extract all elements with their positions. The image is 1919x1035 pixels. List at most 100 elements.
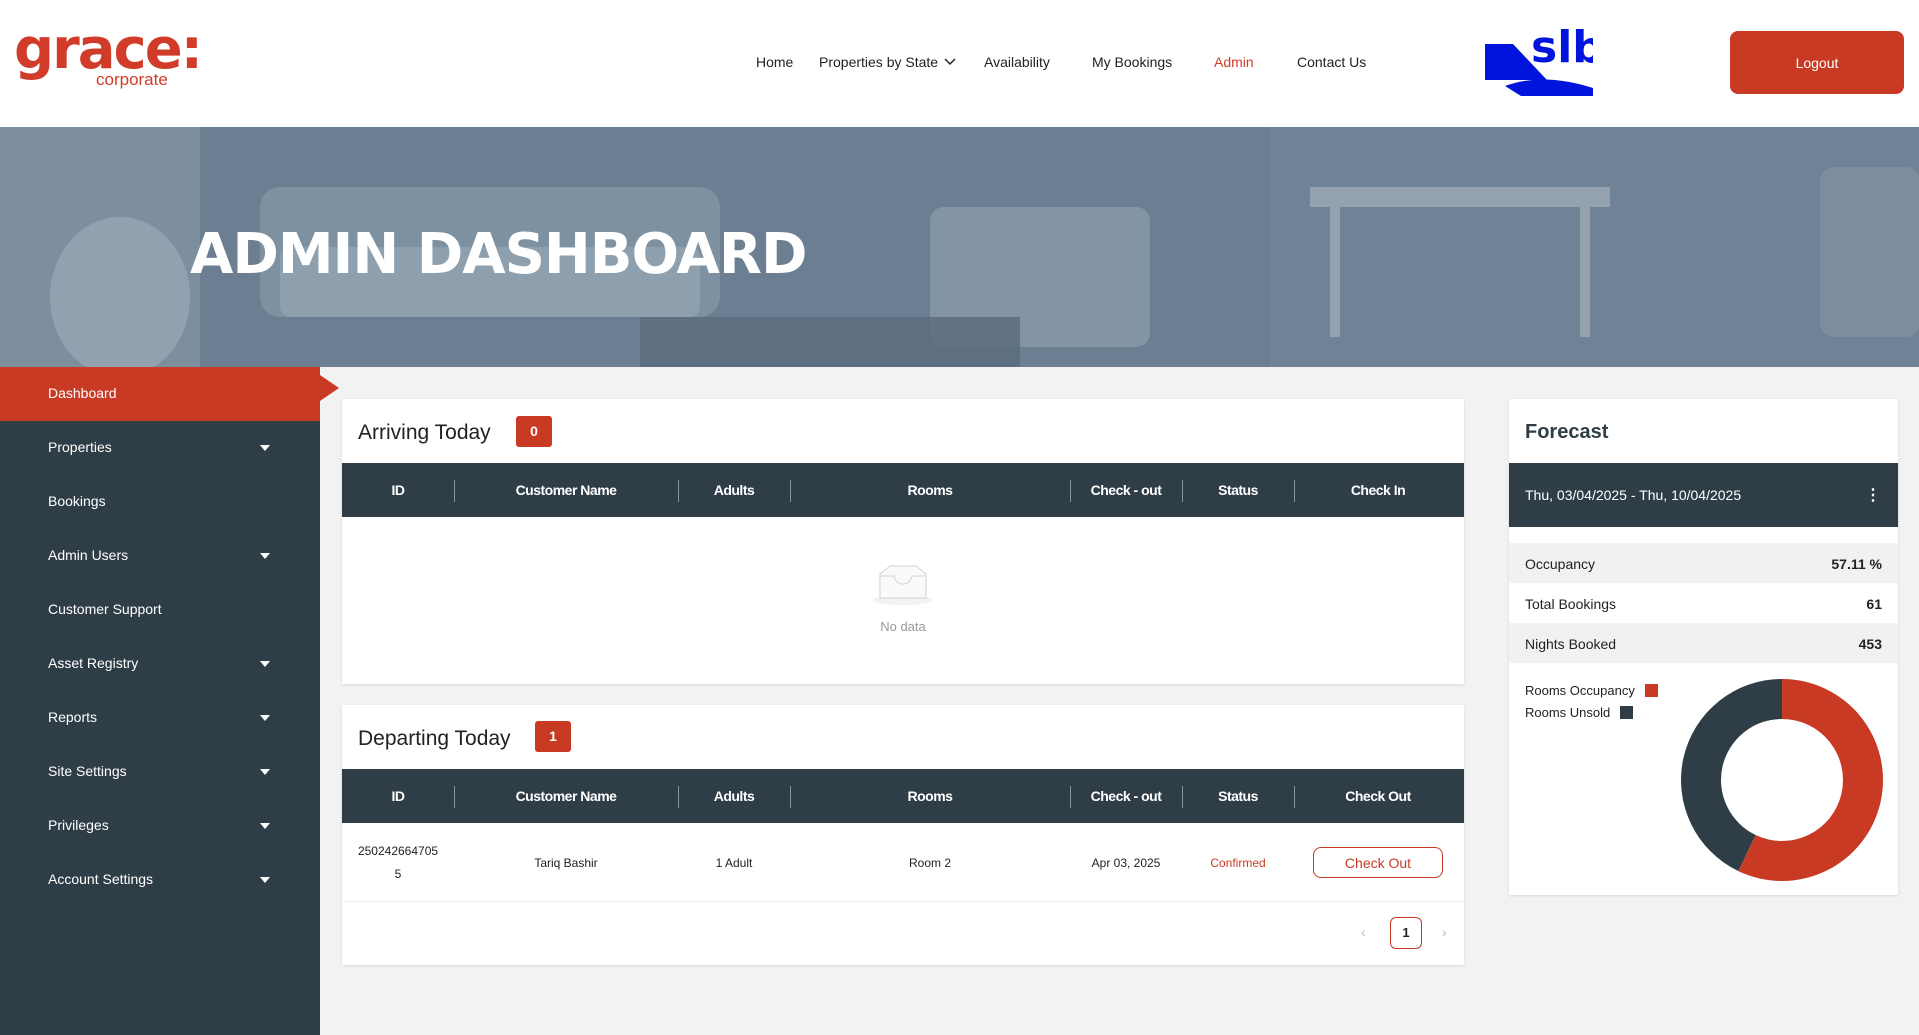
col-check-out: Check - out <box>1090 788 1162 804</box>
arriving-today-card <box>342 399 1464 684</box>
grace-corporate-logo[interactable]: grace: corporate <box>14 22 203 90</box>
stat-label: Total Bookings <box>1525 596 1617 612</box>
legend-rooms-unsold: Rooms Unsold <box>1525 705 1634 720</box>
pagination-prev-icon[interactable]: ‹ <box>1361 924 1366 940</box>
column-divider <box>790 480 791 502</box>
row-id-line1: 250242664705 <box>357 844 439 858</box>
legend-rooms-occupancy: Rooms Occupancy <box>1525 683 1658 698</box>
row-customer-name: Tariq Bashir <box>534 856 598 870</box>
caret-down-icon <box>260 769 270 775</box>
sidebar-item-label: Privileges <box>48 817 109 833</box>
logo-subtext: corporate <box>96 70 168 89</box>
caret-down-icon <box>260 823 270 829</box>
sidebar-item-reports[interactable]: Reports <box>0 691 320 745</box>
col-rooms: Rooms <box>907 788 953 804</box>
nav-properties-by-state[interactable]: Properties by State <box>819 54 956 70</box>
row-divider <box>342 901 1464 902</box>
col-customer-name: Customer Name <box>515 788 617 804</box>
col-rooms: Rooms <box>907 482 953 498</box>
col-check-in: Check In <box>1350 482 1406 498</box>
slb-logo: slb <box>1485 28 1593 96</box>
sidebar-item-asset-registry[interactable]: Asset Registry <box>0 637 320 691</box>
sidebar-item-bookings[interactable]: Bookings <box>0 475 320 529</box>
row-status-badge: Confirmed <box>1210 856 1266 870</box>
caret-down-icon <box>260 661 270 667</box>
col-adults: Adults <box>713 482 755 498</box>
empty-state-text: No data <box>880 619 926 634</box>
sidebar-item-account-settings[interactable]: Account Settings <box>0 853 320 907</box>
column-divider <box>1070 480 1071 502</box>
sidebar-item-dashboard[interactable]: Dashboard <box>0 367 339 421</box>
stat-occupancy: Occupancy 57.11 % <box>1509 543 1898 583</box>
check-out-button[interactable]: Check Out <box>1313 847 1443 878</box>
more-options-icon[interactable]: ⋮ <box>1865 485 1881 505</box>
nav-admin[interactable]: Admin <box>1214 54 1254 70</box>
sidebar-item-customer-support[interactable]: Customer Support <box>0 583 320 637</box>
row-rooms: Room 2 <box>908 856 952 870</box>
stat-label: Occupancy <box>1525 556 1596 572</box>
hero-banner: ADMIN DASHBOARD <box>0 127 1919 367</box>
col-status: Status <box>1218 482 1258 498</box>
sidebar-item-label: Account Settings <box>48 871 154 887</box>
sidebar-item-label: Customer Support <box>48 601 162 617</box>
stat-label: Nights Booked <box>1525 636 1617 652</box>
column-divider <box>678 480 679 502</box>
col-status: Status <box>1218 788 1258 804</box>
col-adults: Adults <box>713 788 755 804</box>
nav-properties-by-state-label: Properties by State <box>819 54 939 70</box>
admin-sidebar: Dashboard Properties Bookings Admin User… <box>0 367 339 1035</box>
forecast-title: Forecast <box>1525 421 1609 443</box>
nav-my-bookings[interactable]: My Bookings <box>1092 54 1172 70</box>
column-divider <box>790 786 791 808</box>
col-check-out: Check - out <box>1090 482 1162 498</box>
sidebar-item-label: Properties <box>48 439 112 455</box>
nav-home[interactable]: Home <box>756 54 793 70</box>
column-divider <box>454 480 455 502</box>
column-divider <box>454 786 455 808</box>
column-divider <box>1182 480 1183 502</box>
nav-contact-us[interactable]: Contact Us <box>1297 54 1366 70</box>
col-check-out-action: Check Out <box>1345 788 1411 804</box>
legend-label: Rooms Occupancy <box>1525 683 1635 698</box>
sidebar-item-label: Dashboard <box>48 385 117 401</box>
chevron-down-icon <box>944 58 956 66</box>
page-title: ADMIN DASHBOARD <box>190 222 808 287</box>
sidebar-item-site-settings[interactable]: Site Settings <box>0 745 320 799</box>
arriving-today-title: Arriving Today <box>358 421 491 444</box>
logout-button[interactable]: Logout <box>1730 31 1904 94</box>
sidebar-item-label: Reports <box>48 709 98 725</box>
caret-down-icon <box>260 553 270 559</box>
column-divider <box>1294 480 1295 502</box>
nav-availability[interactable]: Availability <box>984 54 1050 70</box>
column-divider <box>1294 786 1295 808</box>
departing-count-badge: 1 <box>535 721 571 752</box>
sidebar-item-admin-users[interactable]: Admin Users <box>0 529 320 583</box>
departing-today-title: Departing Today <box>358 727 511 750</box>
stat-value: 453 <box>1858 636 1882 652</box>
forecast-date-range: Thu, 03/04/2025 - Thu, 10/04/2025 <box>1525 487 1742 503</box>
sidebar-item-properties[interactable]: Properties <box>0 421 320 475</box>
stat-nights-booked: Nights Booked 453 <box>1509 623 1898 663</box>
sidebar-item-label: Admin Users <box>48 547 129 563</box>
forecast-date-range-bar[interactable]: Thu, 03/04/2025 - Thu, 10/04/2025 ⋮ <box>1509 463 1898 527</box>
arriving-count-badge: 0 <box>516 416 552 447</box>
pagination-next-icon[interactable]: › <box>1442 924 1447 940</box>
caret-down-icon <box>260 715 270 721</box>
col-id: ID <box>391 482 406 498</box>
column-divider <box>1182 786 1183 808</box>
col-id: ID <box>391 788 406 804</box>
row-adults: 1 Adult <box>715 856 753 870</box>
legend-label: Rooms Unsold <box>1525 705 1611 720</box>
row-id-line2: 5 <box>394 867 402 881</box>
sidebar-item-label: Site Settings <box>48 763 127 779</box>
slb-logo-text: slb <box>1531 28 1593 73</box>
occupancy-donut-chart <box>1681 679 1883 881</box>
stat-value: 61 <box>1866 596 1882 612</box>
legend-swatch <box>1644 684 1658 697</box>
stat-total-bookings: Total Bookings 61 <box>1509 583 1898 623</box>
sidebar-item-privileges[interactable]: Privileges <box>0 799 320 853</box>
row-checkout-date: Apr 03, 2025 <box>1091 856 1161 870</box>
legend-swatch <box>1620 706 1634 719</box>
pagination-page-1[interactable]: 1 <box>1390 917 1422 949</box>
arriving-table-header: ID Customer Name Adults Rooms Check - ou… <box>342 463 1464 517</box>
